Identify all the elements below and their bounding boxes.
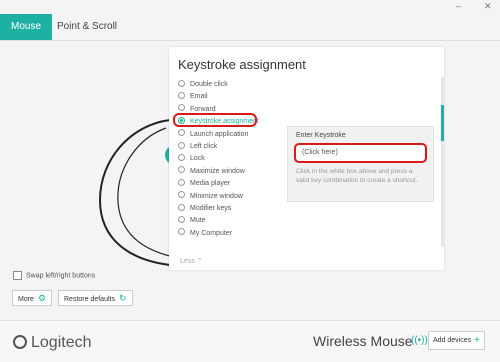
close-button[interactable]: ✕ <box>484 0 492 12</box>
footer: Logitech Wireless Mouse ((•)) Add device… <box>0 320 500 362</box>
radio-icon[interactable] <box>178 228 185 236</box>
add-devices-label: Add devices <box>433 337 472 344</box>
add-devices-button[interactable]: Add devices + <box>428 331 485 350</box>
option-label: Forward <box>190 105 216 113</box>
radio-icon[interactable] <box>178 92 185 100</box>
logitech-logo: Logitech <box>13 334 92 352</box>
radio-icon[interactable] <box>178 79 185 87</box>
radio-icon[interactable] <box>178 178 185 186</box>
radio-icon[interactable] <box>178 129 185 137</box>
restore-defaults-button[interactable]: Restore defaults ↻ <box>58 290 133 306</box>
restore-defaults-label: Restore defaults <box>64 296 115 303</box>
less-toggle[interactable]: Less ⌃ <box>180 257 203 265</box>
radio-icon[interactable] <box>178 191 185 199</box>
radio-icon[interactable] <box>178 141 185 149</box>
less-label: Less <box>180 258 195 265</box>
option-lock[interactable]: Lock <box>178 153 205 164</box>
radio-icon[interactable] <box>178 216 185 224</box>
option-label: Mute <box>190 217 206 225</box>
option-email[interactable]: Email <box>178 91 208 102</box>
selected-option-highlight <box>173 113 257 127</box>
more-button[interactable]: More ⚙ <box>12 290 53 306</box>
keystroke-help-text: Click in the white box above and press a… <box>296 168 418 184</box>
option-label: Left click <box>190 143 218 150</box>
refresh-icon: ↻ <box>118 293 127 303</box>
option-label: Email <box>190 93 208 101</box>
option-label: Double click <box>190 81 228 88</box>
device-name: Wireless Mouse <box>313 333 413 349</box>
option-label: Modifier keys <box>190 205 232 212</box>
option-left-click[interactable]: Left click <box>178 141 217 152</box>
radio-icon[interactable] <box>178 104 185 112</box>
enter-keystroke-box: Enter Keystroke (Click here) Click in th… <box>287 126 434 202</box>
panel-title: Keystroke assignment <box>178 57 306 72</box>
tab-bar: Mouse Point & Scroll <box>0 14 500 41</box>
option-modifier-keys[interactable]: Modifier keys <box>178 203 231 214</box>
option-maximize-window[interactable]: Maximize window <box>178 166 245 177</box>
brand-name: Logitech <box>31 334 92 351</box>
option-label: Minimize window <box>190 192 243 200</box>
keystroke-input[interactable]: (Click here) <box>294 143 427 163</box>
title-bar: ‒ ✕ <box>0 0 500 14</box>
option-label: My Computer <box>190 229 233 237</box>
option-minimize-window[interactable]: Minimize window <box>178 191 243 202</box>
option-my-computer[interactable]: My Computer <box>178 228 232 239</box>
more-label: More <box>18 296 34 303</box>
scrollbar-thumb[interactable] <box>441 105 444 141</box>
option-label: Media player <box>190 180 231 188</box>
option-double-click[interactable]: Double click <box>178 79 228 90</box>
swap-buttons-checkbox[interactable] <box>13 271 22 280</box>
radio-icon[interactable] <box>178 203 185 211</box>
logitech-mark-icon <box>13 334 27 349</box>
radio-icon[interactable] <box>178 154 185 162</box>
options-scrollbar[interactable] <box>441 77 444 247</box>
tab-point-scroll[interactable]: Point & Scroll <box>46 14 128 40</box>
chevron-up-icon: ⌃ <box>196 258 203 265</box>
option-mute[interactable]: Mute <box>178 215 206 226</box>
option-label: Launch application <box>190 130 249 138</box>
option-label: Maximize window <box>190 167 245 175</box>
radio-icon[interactable] <box>178 166 185 174</box>
swap-buttons-option[interactable]: Swap left/right buttons <box>13 271 95 280</box>
swap-buttons-label: Swap left/right buttons <box>26 272 96 280</box>
plus-icon: + <box>474 335 480 346</box>
option-media-player[interactable]: Media player <box>178 178 230 189</box>
option-launch-application[interactable]: Launch application <box>178 129 248 140</box>
option-label: Lock <box>190 155 205 163</box>
wireless-signal-icon: ((•)) <box>411 335 428 346</box>
gear-icon: ⚙ <box>37 293 47 303</box>
tab-mouse[interactable]: Mouse <box>0 14 53 40</box>
enter-keystroke-title: Enter Keystroke <box>296 132 346 139</box>
minimize-button[interactable]: ‒ <box>456 0 461 12</box>
